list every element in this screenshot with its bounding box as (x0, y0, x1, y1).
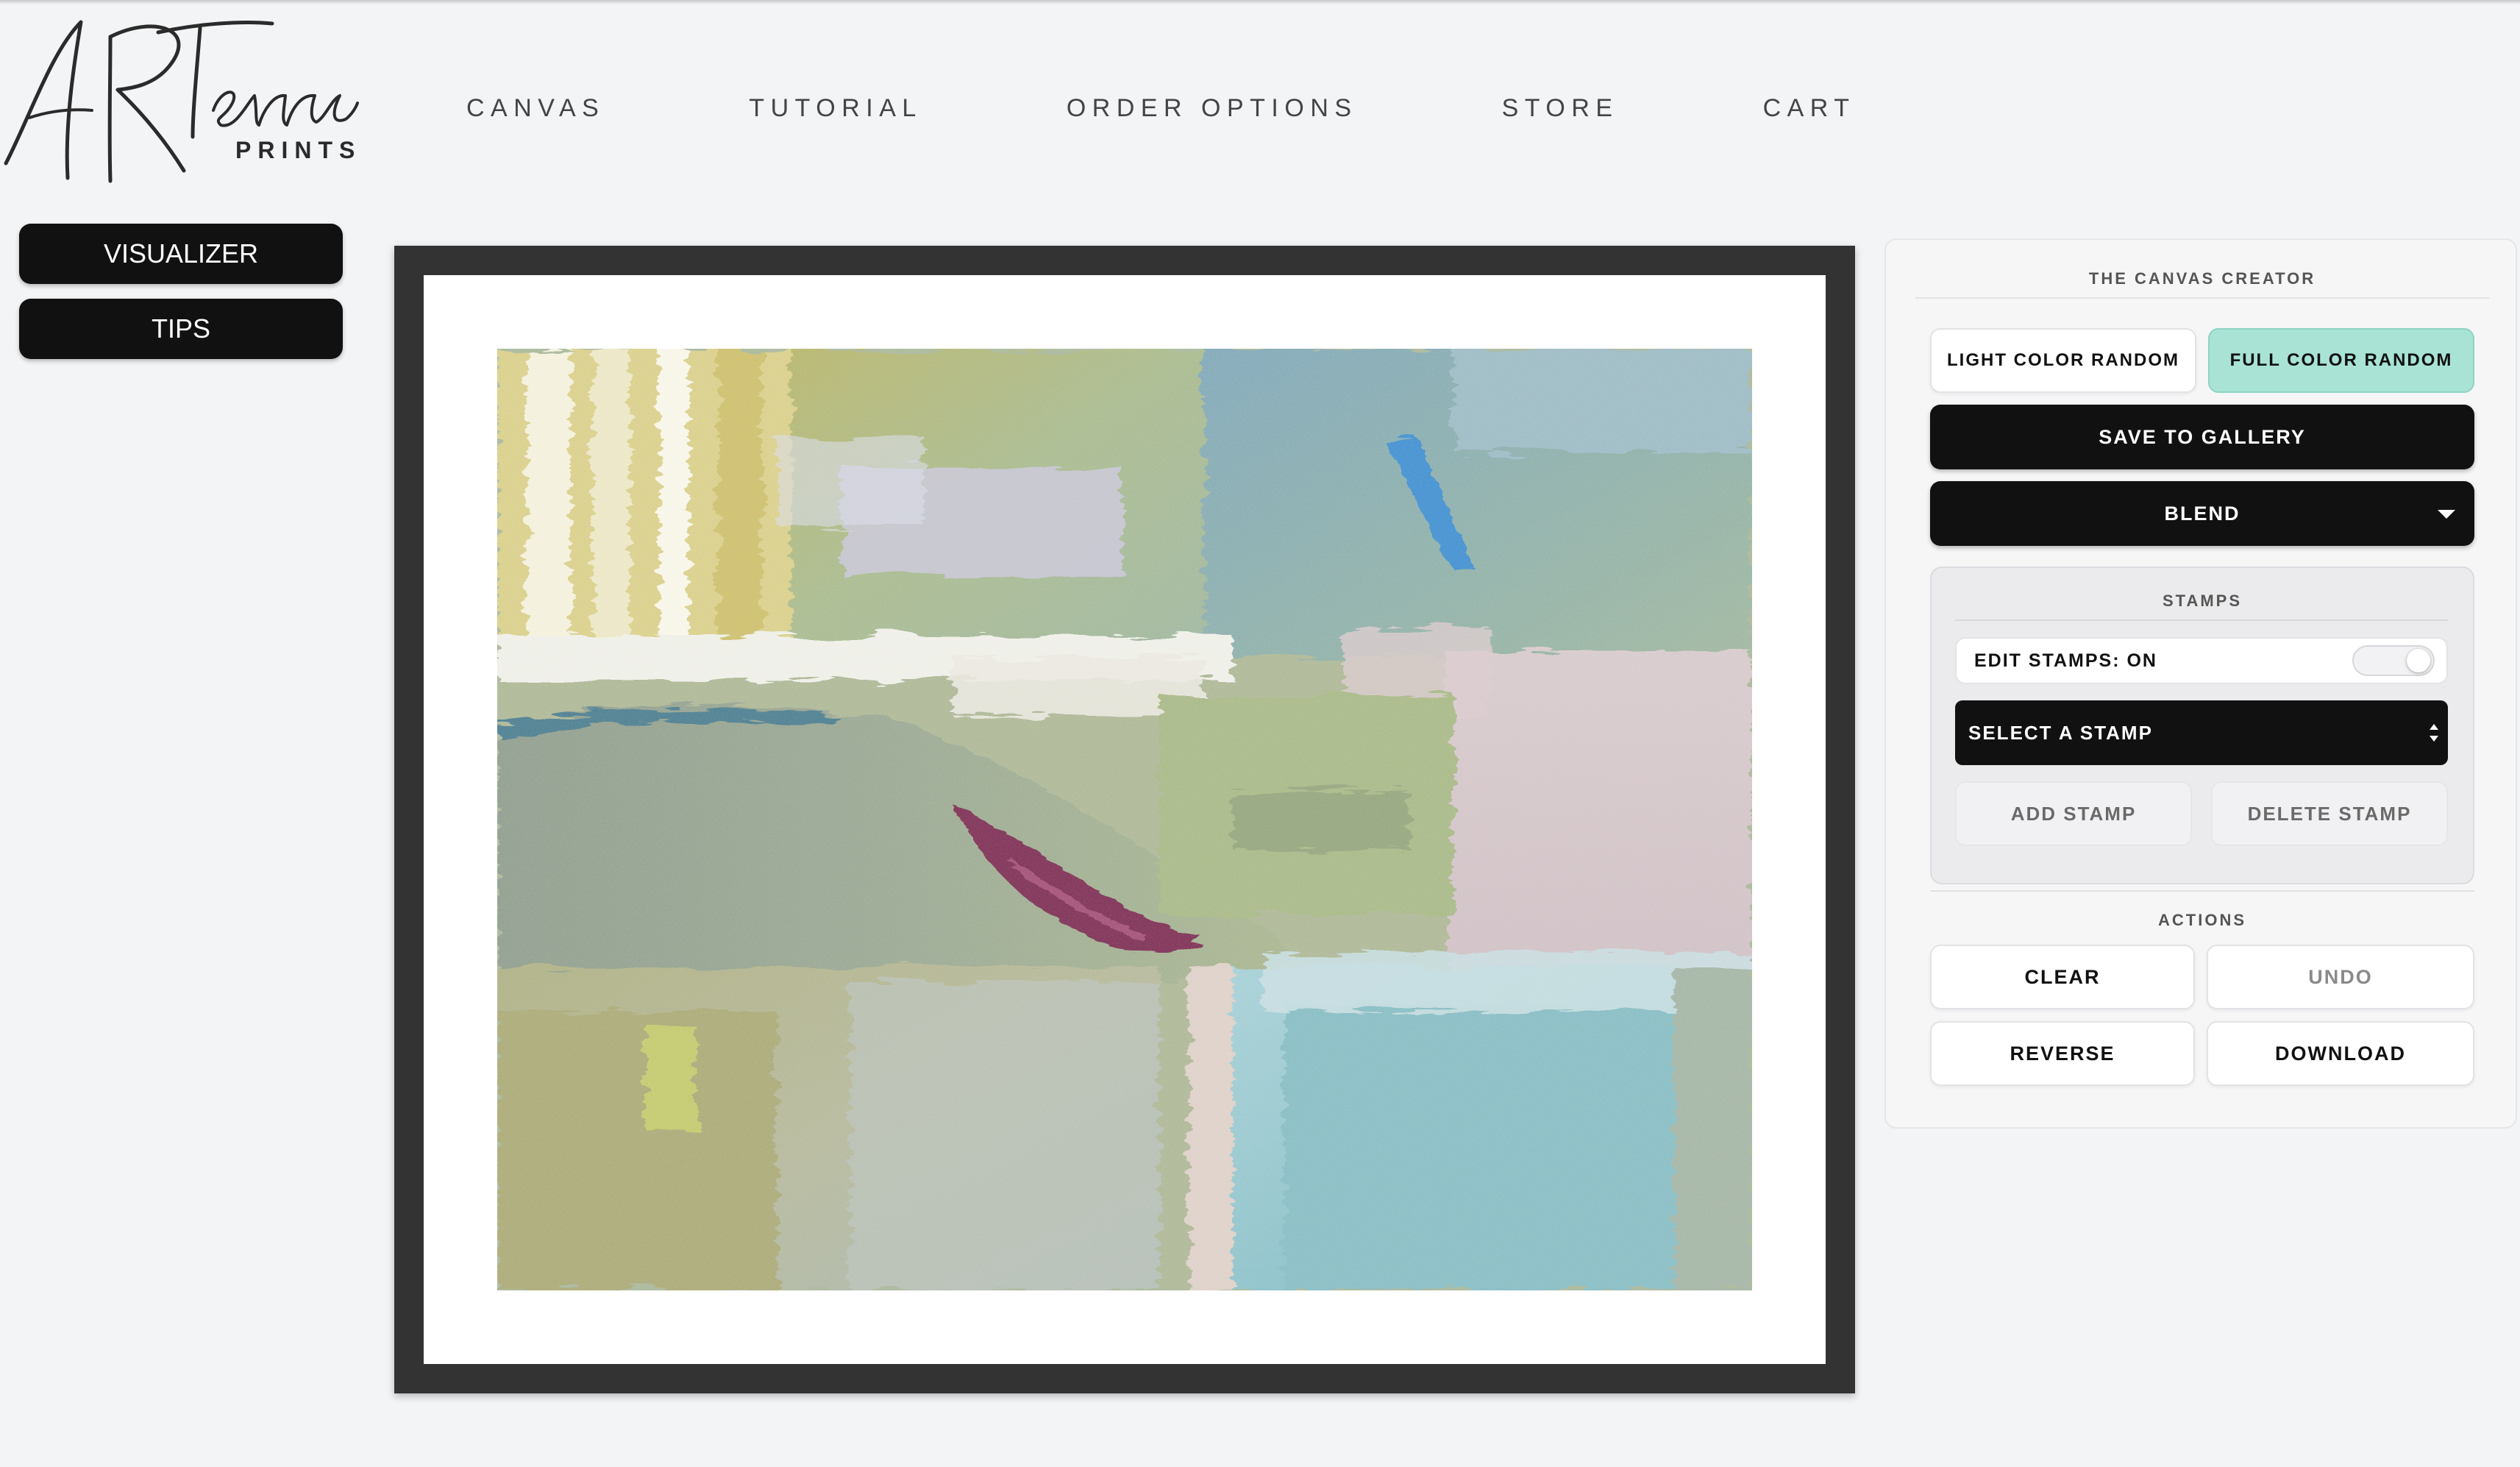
download-button[interactable]: DOWNLOAD (2207, 1021, 2474, 1086)
canvas-painting[interactable] (497, 349, 1752, 1290)
undo-button[interactable]: UNDO (2207, 945, 2474, 1009)
caret-down-icon (2438, 510, 2455, 519)
edit-stamps-toggle[interactable]: EDIT STAMPS: ON (1955, 637, 2448, 684)
panel-title: THE CANVAS CREATOR (2088, 269, 2316, 288)
actions-title: ACTIONS (2158, 911, 2246, 929)
select-stamp-dropdown[interactable]: SELECT A STAMP (1955, 700, 2448, 765)
add-stamp-button[interactable]: ADD STAMP (1955, 781, 2192, 846)
actions-divider (1930, 890, 2474, 892)
clear-button[interactable]: CLEAR (1930, 945, 2195, 1009)
abstract-painting-image (497, 349, 1752, 1290)
artwork-frame (394, 246, 1855, 1393)
visualizer-button[interactable]: VISUALIZER (19, 224, 343, 284)
panel-divider-top (1915, 297, 2489, 299)
updown-chevron-icon (2429, 722, 2439, 743)
artwork-mat (424, 275, 1826, 1364)
delete-stamp-button[interactable]: DELETE STAMP (2211, 781, 2448, 846)
save-to-gallery-button[interactable]: SAVE TO GALLERY (1930, 405, 2474, 469)
select-stamp-label: SELECT A STAMP (1968, 721, 2153, 744)
nav-store[interactable]: STORE (1502, 94, 1619, 123)
nav-canvas[interactable]: CANVAS (466, 94, 605, 123)
canvas-creator-panel: THE CANVAS CREATOR LIGHT COLOR RANDOM FU… (1884, 238, 2517, 1129)
tips-button[interactable]: TIPS (19, 299, 343, 359)
nav-cart[interactable]: CART (1763, 94, 1856, 123)
toggle-knob (2407, 649, 2430, 672)
logo-prints-text: PRINTS (235, 137, 362, 163)
nav-tutorial[interactable]: TUTORIAL (749, 94, 922, 123)
nav-order-options[interactable]: ORDER OPTIONS (1067, 94, 1358, 123)
top-navigation: CANVAS TUTORIAL ORDER OPTIONS STORE CART (466, 90, 1856, 127)
full-color-random-button[interactable]: FULL COLOR RANDOM (2208, 328, 2474, 393)
blend-mode-dropdown[interactable]: BLEND (1930, 481, 2474, 546)
toggle-switch[interactable] (2352, 645, 2435, 676)
brand-logo[interactable]: PRINTS (0, 7, 360, 184)
top-edge-shadow (0, 0, 2520, 4)
stamps-divider (1955, 619, 2448, 621)
reverse-button[interactable]: REVERSE (1930, 1021, 2195, 1086)
edit-stamps-label: EDIT STAMPS: ON (1974, 650, 2157, 671)
light-color-random-button[interactable]: LIGHT COLOR RANDOM (1930, 328, 2196, 393)
stamps-title: STAMPS (2162, 592, 2243, 610)
blend-label: BLEND (2164, 502, 2240, 525)
stamps-section: STAMPS EDIT STAMPS: ON SELECT A STAMP AD… (1930, 566, 2474, 884)
